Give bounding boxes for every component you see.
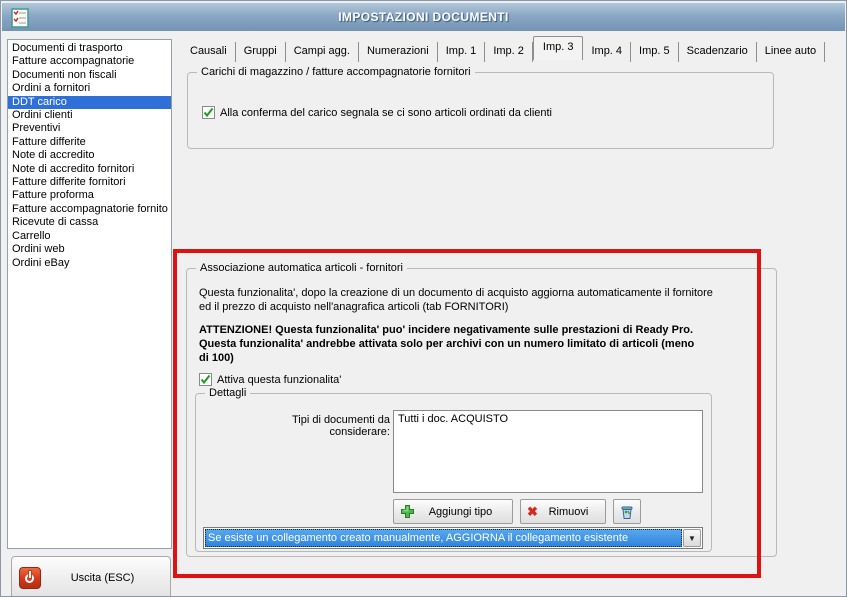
recycle-bin-icon: [621, 506, 633, 519]
carichi-groupbox-title: Carichi di magazzino / fatture accompagn…: [197, 66, 475, 78]
list-item[interactable]: Ordini web: [8, 243, 171, 256]
window-title: IMPOSTAZIONI DOCUMENTI: [338, 10, 509, 24]
list-item[interactable]: Note di accredito: [8, 149, 171, 162]
checkmark-icon: [200, 374, 211, 385]
attenzione-warning-text: ATTENZIONE! Questa funzionalita' puo' in…: [199, 324, 695, 364]
tab-scadenzario[interactable]: Scadenzario: [679, 42, 757, 62]
list-item[interactable]: Fatture accompagnatorie: [8, 55, 171, 68]
exit-button-label: Uscita (ESC): [70, 572, 135, 584]
document-type-list[interactable]: Documenti di trasporto Fatture accompagn…: [7, 39, 172, 549]
settings-window: IMPOSTAZIONI DOCUMENTI Documenti di tras…: [0, 0, 847, 597]
chevron-down-icon[interactable]: ▼: [683, 529, 701, 547]
collegamento-dropdown-value: Se esiste un collegamento creato manualm…: [205, 529, 682, 547]
tab-imp1[interactable]: Imp. 1: [438, 42, 486, 62]
collegamento-dropdown[interactable]: Se esiste un collegamento creato manualm…: [203, 527, 703, 549]
list-item[interactable]: Fatture proforma: [8, 189, 171, 202]
carico-segnala-label: Alla conferma del carico segnala se ci s…: [220, 106, 553, 119]
tab-causali[interactable]: Causali: [182, 42, 236, 62]
carichi-groupbox: Carichi di magazzino / fatture accompagn…: [187, 66, 774, 149]
list-item[interactable]: Documenti non fiscali: [8, 69, 171, 82]
list-item[interactable]: Preventivi: [8, 122, 171, 135]
tab-strip: Causali Gruppi Campi agg. Numerazioni Im…: [182, 36, 826, 62]
doc-type-item[interactable]: Tutti i doc. ACQUISTO: [398, 413, 698, 425]
tab-imp2[interactable]: Imp. 2: [485, 42, 533, 62]
list-item[interactable]: Fatture differite fornitori: [8, 176, 171, 189]
list-item[interactable]: Note di accredito fornitori: [8, 163, 171, 176]
tab-imp5[interactable]: Imp. 5: [631, 42, 679, 62]
list-item[interactable]: Carrello: [8, 230, 171, 243]
clear-list-button[interactable]: [613, 499, 641, 524]
exit-button[interactable]: Uscita (ESC): [11, 556, 171, 596]
remove-type-button[interactable]: ✖ Rimuovi: [520, 499, 606, 524]
list-item-selected[interactable]: DDT carico: [8, 95, 171, 110]
add-type-button[interactable]: Aggiungi tipo: [393, 499, 513, 524]
tab-imp4[interactable]: Imp. 4: [583, 42, 632, 62]
x-icon: ✖: [527, 504, 538, 519]
funzionalita-description: Questa funzionalita', dopo la creazione …: [199, 287, 713, 313]
list-item[interactable]: Documenti di trasporto: [8, 42, 171, 55]
plus-icon: [401, 505, 414, 518]
list-item[interactable]: Ordini clienti: [8, 109, 171, 122]
tab-imp3-selected[interactable]: Imp. 3: [532, 36, 584, 60]
title-bar: IMPOSTAZIONI DOCUMENTI: [2, 2, 845, 31]
doc-types-listbox[interactable]: Tutti i doc. ACQUISTO: [393, 410, 703, 493]
associazione-groupbox: Associazione automatica articoli - forni…: [186, 262, 777, 557]
list-item[interactable]: Ricevute di cassa: [8, 216, 171, 229]
add-type-button-label: Aggiungi tipo: [428, 505, 493, 518]
associazione-groupbox-title: Associazione automatica articoli - forni…: [196, 262, 407, 274]
doc-types-label: Tipi di documenti da considerare:: [291, 414, 390, 438]
attiva-funzionalita-checkbox[interactable]: [199, 373, 212, 386]
tab-gruppi[interactable]: Gruppi: [236, 42, 286, 62]
checkmark-icon: [203, 107, 214, 118]
power-icon: [19, 567, 41, 589]
dettagli-groupbox-title: Dettagli: [205, 387, 251, 399]
carico-segnala-checkbox[interactable]: [202, 106, 215, 119]
tab-campi-agg[interactable]: Campi agg.: [286, 42, 359, 62]
tab-linee-auto[interactable]: Linee auto: [757, 42, 826, 62]
remove-type-button-label: Rimuovi: [548, 505, 589, 518]
dettagli-groupbox: Dettagli Tipi di documenti da considerar…: [195, 387, 712, 552]
attiva-funzionalita-label: Attiva questa funzionalita': [217, 373, 342, 386]
list-item[interactable]: Ordini eBay: [8, 257, 171, 270]
list-item[interactable]: Ordini a fornitori: [8, 82, 171, 95]
list-item[interactable]: Fatture differite: [8, 136, 171, 149]
tab-numerazioni[interactable]: Numerazioni: [359, 42, 438, 62]
list-item[interactable]: Fatture accompagnatorie fornito: [8, 203, 171, 216]
